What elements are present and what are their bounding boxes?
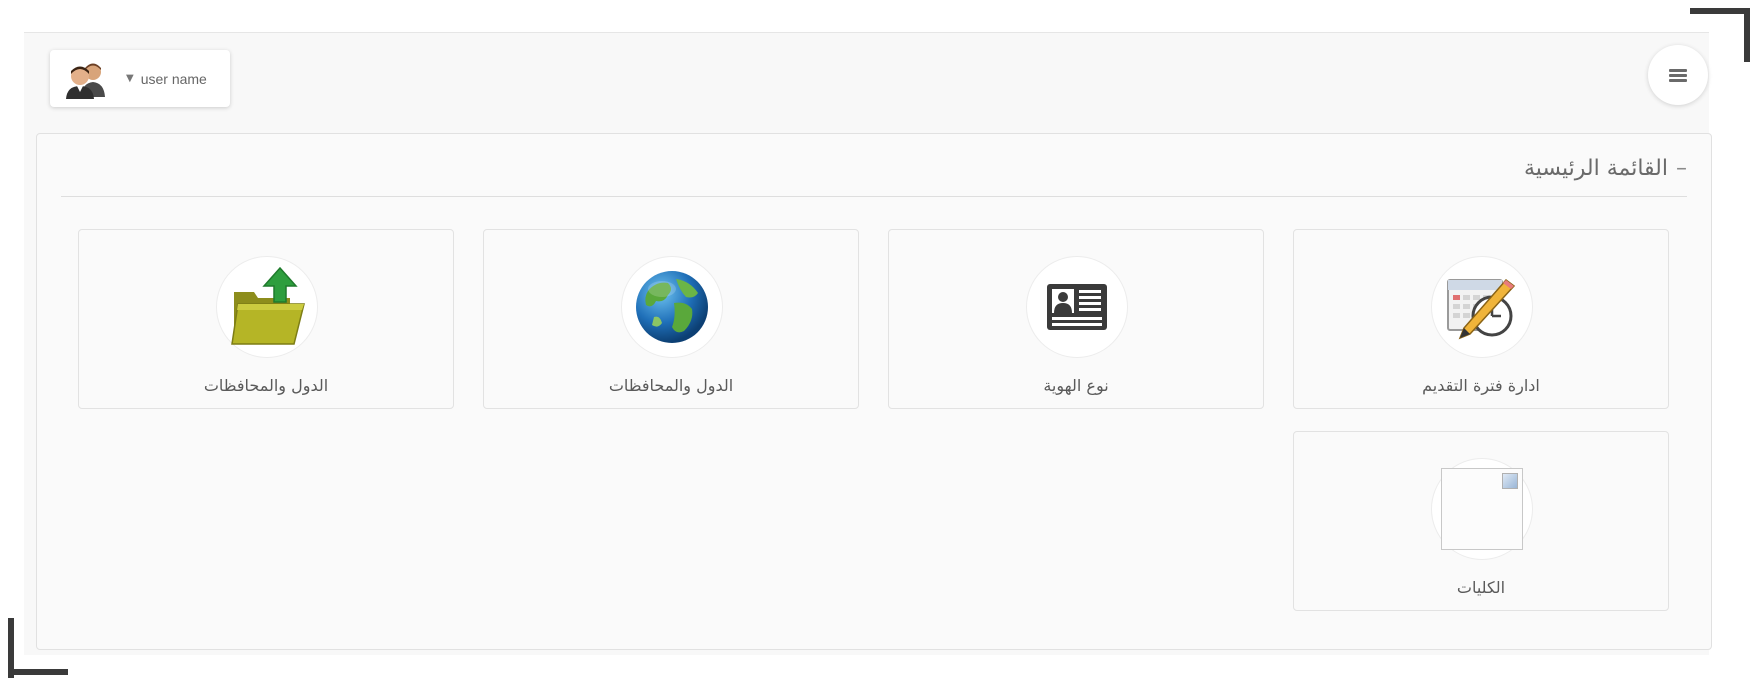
card-label: الدول والمحافظات [203, 376, 329, 395]
card-label: الدول والمحافظات [608, 376, 734, 395]
collapse-toggle[interactable]: – [1676, 156, 1687, 181]
card-countries-governorates-upload[interactable]: الدول والمحافظات [78, 229, 454, 409]
user-name-label: user name [140, 70, 207, 87]
menu-toggle-button[interactable] [1648, 45, 1708, 105]
folder-upload-icon [231, 266, 305, 345]
card-icon-circle [216, 256, 318, 358]
card-id-type[interactable]: نوع الهوية [888, 229, 1264, 409]
card-colleges[interactable]: الكليات [1293, 431, 1669, 611]
card-label: الكليات [1456, 578, 1506, 597]
user-menu-button[interactable]: ▼ user name [50, 50, 230, 107]
caret-down-icon: ▼ [126, 73, 134, 84]
globe-icon [636, 271, 708, 343]
corner-mark-top-right-horizontal [1690, 8, 1750, 14]
broken-image-icon [1441, 468, 1523, 550]
card-icon-circle [1026, 256, 1128, 358]
card-label: ادارة فترة التقديم [1422, 376, 1540, 395]
calendar-clock-icon [1447, 278, 1516, 340]
main-menu-panel: –القائمة الرئيسية ادارة فترة التقديم نوع… [36, 133, 1712, 650]
card-icon-circle [1431, 458, 1533, 560]
card-icon-circle [621, 256, 723, 358]
panel-header: –القائمة الرئيسية [1524, 156, 1687, 181]
panel-divider [61, 196, 1687, 197]
panel-title: القائمة الرئيسية [1523, 156, 1668, 181]
card-icon-circle [1431, 256, 1533, 358]
corner-mark-bottom-left-horizontal [8, 669, 68, 675]
corner-mark-top-right-vertical [1744, 8, 1750, 62]
hamburger-icon [1669, 68, 1687, 82]
card-application-period[interactable]: ادارة فترة التقديم [1293, 229, 1669, 409]
users-avatar-icon [62, 59, 110, 99]
card-countries-governorates[interactable]: الدول والمحافظات [483, 229, 859, 409]
card-label: نوع الهوية [1043, 376, 1109, 395]
id-card-icon [1047, 284, 1107, 330]
